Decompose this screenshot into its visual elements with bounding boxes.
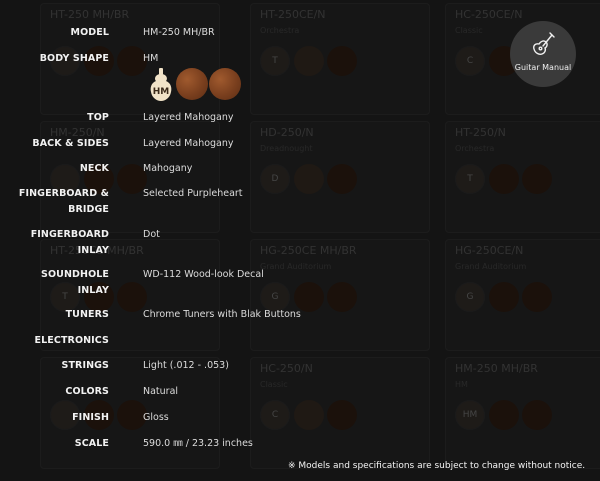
spec-label-line: INLAY [77,245,109,256]
spec-label: NECK [0,161,109,177]
spec-label-line: ELECTRONICS [34,335,109,346]
spec-label-line: COLORS [65,386,109,397]
spec-value: HM [143,53,159,64]
spec-change-notice: ※ Models and specifications are subject … [288,461,586,471]
spec-label-line: STRINGS [61,360,109,371]
spec-label-line: SCALE [74,438,109,449]
spec-label-line: NECK [79,163,109,174]
guitar-manual-label: Guitar Manual [514,63,572,72]
spec-value: Gloss [143,412,169,423]
spec-value: Chrome Tuners with Blak Buttons [143,309,301,320]
hm-shape-label: HM [153,87,170,97]
spec-label-line: FINISH [72,412,109,423]
spec-label: FINISH [0,410,109,426]
spec-value: Dot [143,229,160,240]
spec-value: HM-250 MH/BR [143,27,215,38]
spec-value: Layered Mahogany [143,138,234,149]
spec-label: MODEL [0,25,109,41]
wood-swatch-2-icon[interactable] [209,68,241,100]
spec-label-line: BRIDGE [68,204,109,215]
spec-value: Selected Purpleheart [143,188,243,199]
spec-label: TOP [0,110,109,126]
spec-value: WD-112 Wood-look Decal [143,269,264,280]
spec-label-line: BACK & SIDES [32,138,109,149]
hm-shape-icon[interactable]: HM [145,68,177,101]
spec-label-line: BODY SHAPE [39,53,109,64]
spec-label-line: TUNERS [65,309,109,320]
spec-value: Layered Mahogany [143,112,234,123]
wood-swatch-1-icon[interactable] [176,68,208,100]
spec-label: BODY SHAPE [0,51,109,67]
spec-label: COLORS [0,384,109,400]
spec-label-line: FINGERBOARD & [18,188,109,199]
spec-label-line: INLAY [77,285,109,296]
spec-label-line: TOP [87,112,109,123]
spec-label: SCALE [0,436,109,452]
spec-label: STRINGS [0,358,109,374]
spec-label: ELECTRONICS [0,333,109,349]
spec-label: BACK & SIDES [0,136,109,152]
spec-label: SOUNDHOLE INLAY [0,267,109,299]
spec-label: FINGERBOARD & BRIDGE [0,186,109,218]
spec-value: Light (.012 - .053) [143,360,229,371]
spec-label-line: MODEL [70,27,109,38]
guitar-icon [533,32,555,55]
guitar-manual-button[interactable]: Guitar Manual [510,21,576,87]
spec-value: Natural [143,386,179,397]
spec-label: TUNERS [0,307,109,323]
spec-label-line: SOUNDHOLE [41,269,109,280]
spec-value: Mahogany [143,163,193,174]
spec-value: 590.0 ㎜ / 23.23 inches [143,438,253,449]
spec-label: FINGERBOARD INLAY [0,227,109,259]
spec-label-line: FINGERBOARD [30,229,109,240]
